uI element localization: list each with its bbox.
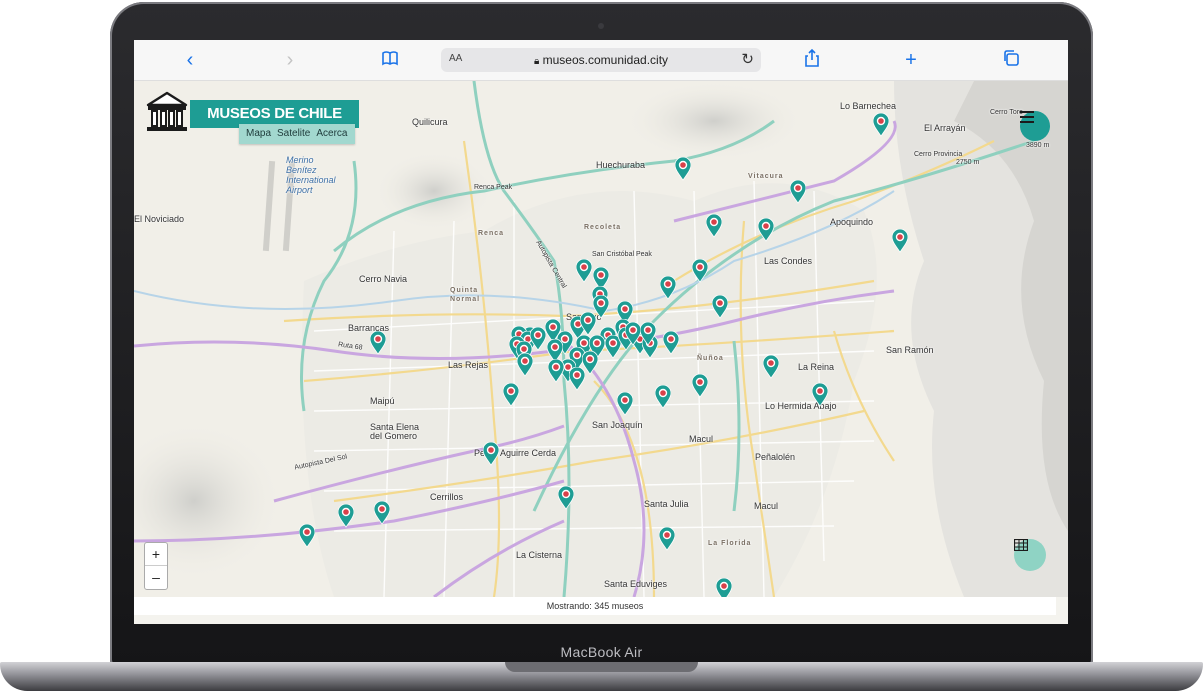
- place-label: La Cisterna: [516, 550, 563, 560]
- place-label: Renca Peak: [474, 184, 513, 191]
- laptop-notch: [505, 662, 698, 672]
- museum-building-icon: [146, 91, 188, 131]
- place-label: Santa Eduviges: [604, 579, 668, 589]
- place-label: Las Condes: [764, 256, 813, 266]
- place-label: Ñuñoa: [697, 355, 724, 362]
- place-label: Normal: [450, 296, 481, 303]
- place-label: El Arrayán: [924, 123, 966, 133]
- place-label: La Florida: [708, 540, 752, 547]
- place-label: Quilicura: [412, 117, 448, 127]
- place-label: El Noviciado: [134, 214, 185, 224]
- table-view-button[interactable]: [1014, 539, 1046, 571]
- place-label: Apoquindo: [830, 217, 874, 227]
- place-label: del Gomero: [370, 431, 418, 441]
- address-bar[interactable]: AA 🔒︎ museos.comunidad.city ↻: [441, 48, 761, 72]
- tab-mapa[interactable]: Mapa: [243, 124, 274, 144]
- new-tab-icon[interactable]: +: [899, 48, 923, 72]
- airport-label: Benítez: [286, 165, 317, 175]
- lock-icon: 🔒︎: [533, 56, 540, 67]
- url-text: 🔒︎ museos.comunidad.city: [441, 53, 761, 67]
- place-label: Renca: [478, 230, 505, 237]
- table-grid-icon: [1014, 539, 1028, 551]
- tabs-overview-icon[interactable]: [999, 48, 1023, 72]
- place-label: Macul: [689, 434, 714, 444]
- place-label: San Joaquín: [592, 420, 643, 430]
- place-label: Cerro Navia: [359, 274, 408, 284]
- results-count: Mostrando: 345 museos: [134, 597, 1056, 615]
- place-label: Maipú: [370, 396, 395, 406]
- place-label: Cerro Toro: [990, 109, 1023, 116]
- place-label: Vitacura: [748, 173, 784, 180]
- model-label: MacBook Air: [560, 644, 643, 660]
- airport-label: Merino: [286, 155, 314, 165]
- share-icon[interactable]: [800, 48, 824, 72]
- airport-label: Airport: [286, 185, 313, 195]
- menu-button[interactable]: [1020, 111, 1050, 141]
- place-label: San Cristóbal Peak: [592, 251, 652, 258]
- airport-label: International: [286, 175, 336, 185]
- place-label: Recoleta: [584, 224, 622, 231]
- place-label: 2750 m: [956, 159, 980, 166]
- tab-acerca[interactable]: Acerca: [313, 124, 350, 144]
- place-label: Las Rejas: [448, 360, 489, 370]
- place-label: San Ramón: [886, 345, 934, 355]
- laptop-base: [0, 662, 1203, 691]
- place-label: Quinta: [450, 287, 479, 294]
- place-label: Macul: [754, 501, 779, 511]
- view-tabs: Mapa Satelite Acerca: [239, 124, 355, 144]
- reload-icon[interactable]: ↻: [741, 50, 754, 68]
- screen: ‹ › AA 🔒︎ museos.comunidad.city ↻ + Lo B…: [134, 40, 1068, 624]
- url-label: museos.comunidad.city: [542, 53, 669, 67]
- browser-toolbar: ‹ › AA 🔒︎ museos.comunidad.city ↻ +: [134, 40, 1068, 81]
- place-label: Lo Barnechea: [840, 101, 897, 111]
- place-label: Santa Julia: [644, 499, 689, 509]
- camera: [598, 23, 604, 29]
- place-label: Huechuraba: [596, 160, 646, 170]
- zoom-out-button[interactable]: –: [145, 566, 167, 588]
- place-label: Peñalolén: [755, 452, 796, 462]
- museum-map[interactable]: Lo Barnechea El Arrayán Cerro Toro 3890 …: [134, 81, 1068, 597]
- back-icon[interactable]: ‹: [178, 48, 202, 72]
- place-label: Cerro Provincia: [914, 151, 963, 158]
- place-label: La Reina: [798, 362, 835, 372]
- tab-satelite[interactable]: Satelite: [274, 124, 313, 144]
- bookmarks-icon[interactable]: [378, 48, 402, 72]
- zoom-control: + –: [144, 542, 168, 590]
- zoom-in-button[interactable]: +: [145, 543, 167, 566]
- forward-icon[interactable]: ›: [278, 48, 302, 72]
- place-label: Cerrillos: [430, 492, 464, 502]
- place-label: 3890 m: [1026, 142, 1050, 149]
- hamburger-icon: [1020, 111, 1034, 123]
